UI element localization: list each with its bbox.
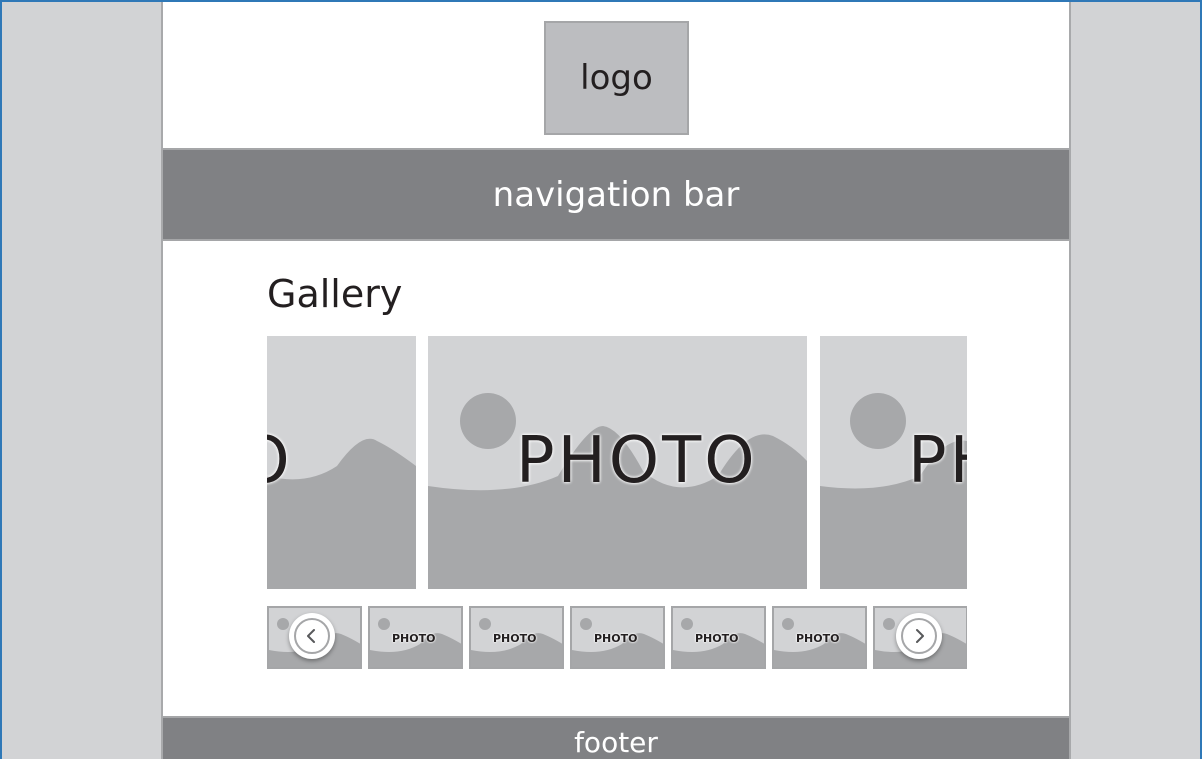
slide-photo-text: PHOTO <box>516 424 758 498</box>
logo-label: logo <box>580 58 653 98</box>
thumbnail-2[interactable]: PHOTO <box>368 606 463 669</box>
thumbnail-label: PHOTO <box>594 632 638 645</box>
logo[interactable]: logo <box>544 21 689 135</box>
gallery-slide-previous[interactable]: PHOTO <box>267 336 416 589</box>
footer-label: footer <box>574 726 658 759</box>
thumbnail-label: PHOTO <box>796 632 840 645</box>
slide-photo-text: PHOTO <box>908 424 967 498</box>
navigation-bar-label: navigation bar <box>492 174 740 215</box>
thumbnail-4[interactable]: PHOTO <box>570 606 665 669</box>
navigation-bar[interactable]: navigation bar <box>163 148 1069 241</box>
gallery-slide-current[interactable]: PHOTO <box>428 336 807 589</box>
thumbnail-label: PHOTO <box>493 632 537 645</box>
chevron-left-icon <box>294 618 330 654</box>
gallery-slider: PHOTO PHOTO PHOTO <box>267 336 967 589</box>
thumbnail-label: PHOTO <box>392 632 436 645</box>
gallery-title: Gallery <box>267 272 403 316</box>
page-container: logo navigation bar Gallery PHOTO PHOTO <box>161 2 1071 759</box>
chevron-right-icon <box>901 618 937 654</box>
next-button[interactable] <box>896 613 942 659</box>
footer: footer <box>163 716 1069 759</box>
slide-photo-text: PHOTO <box>267 424 293 498</box>
thumbnail-6[interactable]: PHOTO <box>772 606 867 669</box>
gallery-slide-next[interactable]: PHOTO <box>820 336 967 589</box>
previous-button[interactable] <box>289 613 335 659</box>
browser-frame: logo navigation bar Gallery PHOTO PHOTO <box>0 0 1202 759</box>
thumbnail-strip: PHOTO PHOTO PHOTO PHOTO PHOTO <box>267 606 967 669</box>
thumbnail-label: PHOTO <box>695 632 739 645</box>
thumbnail-3[interactable]: PHOTO <box>469 606 564 669</box>
thumbnail-5[interactable]: PHOTO <box>671 606 766 669</box>
